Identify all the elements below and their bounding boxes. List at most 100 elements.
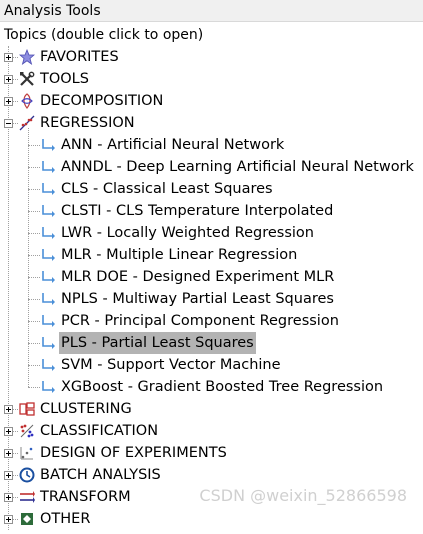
tree-connector: [28, 211, 40, 212]
tree-item-other[interactable]: OTHER: [0, 508, 423, 530]
tree-connector: [28, 277, 40, 278]
tool-arrow-icon: [40, 137, 56, 153]
tree-item-batch-analysis[interactable]: BATCH ANALYSIS: [0, 464, 423, 486]
tree-item-clustering[interactable]: CLUSTERING: [0, 398, 423, 420]
classification-icon: [19, 423, 35, 439]
tree-connector: [13, 409, 18, 410]
tree-connector: [13, 101, 18, 102]
tool-arrow-icon: [40, 379, 56, 395]
expand-toggle[interactable]: [4, 75, 13, 84]
clustering-icon: [19, 401, 35, 417]
tree-connector: [28, 167, 40, 168]
tree-leaf-cls[interactable]: CLS - Classical Least Squares: [0, 178, 423, 200]
tool-arrow-icon: [40, 313, 56, 329]
tree-leaf-label: PLS - Partial Least Squares: [59, 332, 256, 354]
doe-icon: [19, 445, 35, 461]
tree-connector: [13, 475, 18, 476]
tree-leaf-mlr[interactable]: MLR - Multiple Linear Regression: [0, 244, 423, 266]
tree-leaf-label: XGBoost - Gradient Boosted Tree Regressi…: [61, 379, 384, 395]
expand-toggle[interactable]: [4, 97, 13, 106]
tree-leaf-pls[interactable]: PLS - Partial Least Squares: [0, 332, 423, 354]
tree-connector: [13, 123, 18, 124]
tool-arrow-icon: [40, 225, 56, 241]
collapse-toggle[interactable]: [4, 119, 13, 128]
title-bar: Analysis Tools: [0, 0, 423, 22]
tree-connector: [13, 453, 18, 454]
tree-leaf-svm[interactable]: SVM - Support Vector Machine: [0, 354, 423, 376]
tree-leaf-label: ANN - Artificial Neural Network: [61, 137, 285, 153]
star-icon: [18, 48, 36, 65]
tree-leaf-lwr[interactable]: LWR - Locally Weighted Regression: [0, 222, 423, 244]
tree-connector: [28, 343, 40, 344]
tree-leaf-label: ANNDL - Deep Learning Artificial Neural …: [61, 159, 414, 175]
tree-leaf-label: MLR DOE - Designed Experiment MLR: [61, 269, 335, 285]
tree-leaf-label: CLSTI - CLS Temperature Interpolated: [61, 203, 334, 219]
tools-icon: [19, 71, 35, 87]
tree-leaf-label: PCR - Principal Component Regression: [61, 313, 339, 329]
tree-item-label: DESIGN OF EXPERIMENTS: [40, 445, 227, 461]
tree-connector: [28, 233, 40, 234]
tree-item-label: DECOMPOSITION: [40, 93, 164, 109]
analysis-tools-window: Analysis Tools Topics (double click to o…: [0, 0, 423, 530]
tree-leaf-label: MLR - Multiple Linear Regression: [61, 247, 298, 263]
tool-arrow-icon: [40, 291, 56, 307]
tree-connector: [28, 321, 40, 322]
tool-arrow-icon: [40, 357, 56, 373]
expand-toggle[interactable]: [4, 427, 13, 436]
tool-arrow-icon: [40, 335, 56, 351]
tree-header: Topics (double click to open): [4, 27, 204, 43]
watermark: CSDN @weixin_52866598: [199, 486, 407, 505]
tree-leaf-mlr-doe[interactable]: MLR DOE - Designed Experiment MLR: [0, 266, 423, 288]
tree-item-favorites[interactable]: FAVORITES: [0, 46, 423, 68]
tree-item-label: BATCH ANALYSIS: [40, 467, 161, 483]
tree-leaf-label: CLS - Classical Least Squares: [61, 181, 273, 197]
tree-item-label: OTHER: [40, 511, 91, 527]
expand-toggle[interactable]: [4, 493, 13, 502]
tree-item-label: TOOLS: [40, 71, 89, 87]
tool-arrow-icon: [40, 269, 56, 285]
tree-item-label: TRANSFORM: [40, 489, 131, 505]
expand-toggle[interactable]: [4, 471, 13, 480]
tree-connector: [13, 497, 18, 498]
regression-icon: [19, 115, 35, 131]
tree-connector: [13, 431, 18, 432]
tree-connector: [13, 57, 18, 58]
tree-item-label: CLUSTERING: [40, 401, 132, 417]
tree-leaf-label: SVM - Support Vector Machine: [61, 357, 281, 373]
tool-arrow-icon: [40, 159, 56, 175]
tree-item-label: REGRESSION: [40, 115, 135, 131]
tree-connector: [28, 128, 29, 387]
tree-connector: [13, 79, 18, 80]
tree-item-tools[interactable]: TOOLS: [0, 68, 423, 90]
tree-connector: [28, 387, 40, 388]
tree-leaf-clsti[interactable]: CLSTI - CLS Temperature Interpolated: [0, 200, 423, 222]
tree-connector: [28, 299, 40, 300]
tool-arrow-icon: [40, 247, 56, 263]
transform-icon: [19, 489, 35, 505]
tree-item-design-of-experiments[interactable]: DESIGN OF EXPERIMENTS: [0, 442, 423, 464]
tree-leaf-anndl[interactable]: ANNDL - Deep Learning Artificial Neural …: [0, 156, 423, 178]
expand-toggle[interactable]: [4, 405, 13, 414]
window-title: Analysis Tools: [4, 3, 101, 19]
tree-leaf-ann[interactable]: ANN - Artificial Neural Network: [0, 134, 423, 156]
tree-connector: [28, 189, 40, 190]
tree-leaf-label: NPLS - Multiway Partial Least Squares: [61, 291, 334, 307]
other-icon: [19, 511, 35, 527]
tree-leaf-xgboost[interactable]: XGBoost - Gradient Boosted Tree Regressi…: [0, 376, 423, 398]
tree-connector: [28, 365, 40, 366]
tree-item-regression[interactable]: REGRESSION: [0, 112, 423, 134]
tree-item-label: FAVORITES: [40, 49, 119, 65]
tree-item-decomposition[interactable]: DECOMPOSITION: [0, 90, 423, 112]
tree-item-label: CLASSIFICATION: [40, 423, 159, 439]
tool-arrow-icon: [40, 203, 56, 219]
tool-arrow-icon: [40, 181, 56, 197]
tree-leaf-label: LWR - Locally Weighted Regression: [61, 225, 314, 241]
expand-toggle[interactable]: [4, 515, 13, 524]
expand-toggle[interactable]: [4, 449, 13, 458]
tree-leaf-pcr[interactable]: PCR - Principal Component Regression: [0, 310, 423, 332]
tree-connector: [13, 519, 18, 520]
decomposition-icon: [19, 93, 35, 109]
tree-leaf-npls[interactable]: NPLS - Multiway Partial Least Squares: [0, 288, 423, 310]
tree-item-classification[interactable]: CLASSIFICATION: [0, 420, 423, 442]
expand-toggle[interactable]: [4, 53, 13, 62]
